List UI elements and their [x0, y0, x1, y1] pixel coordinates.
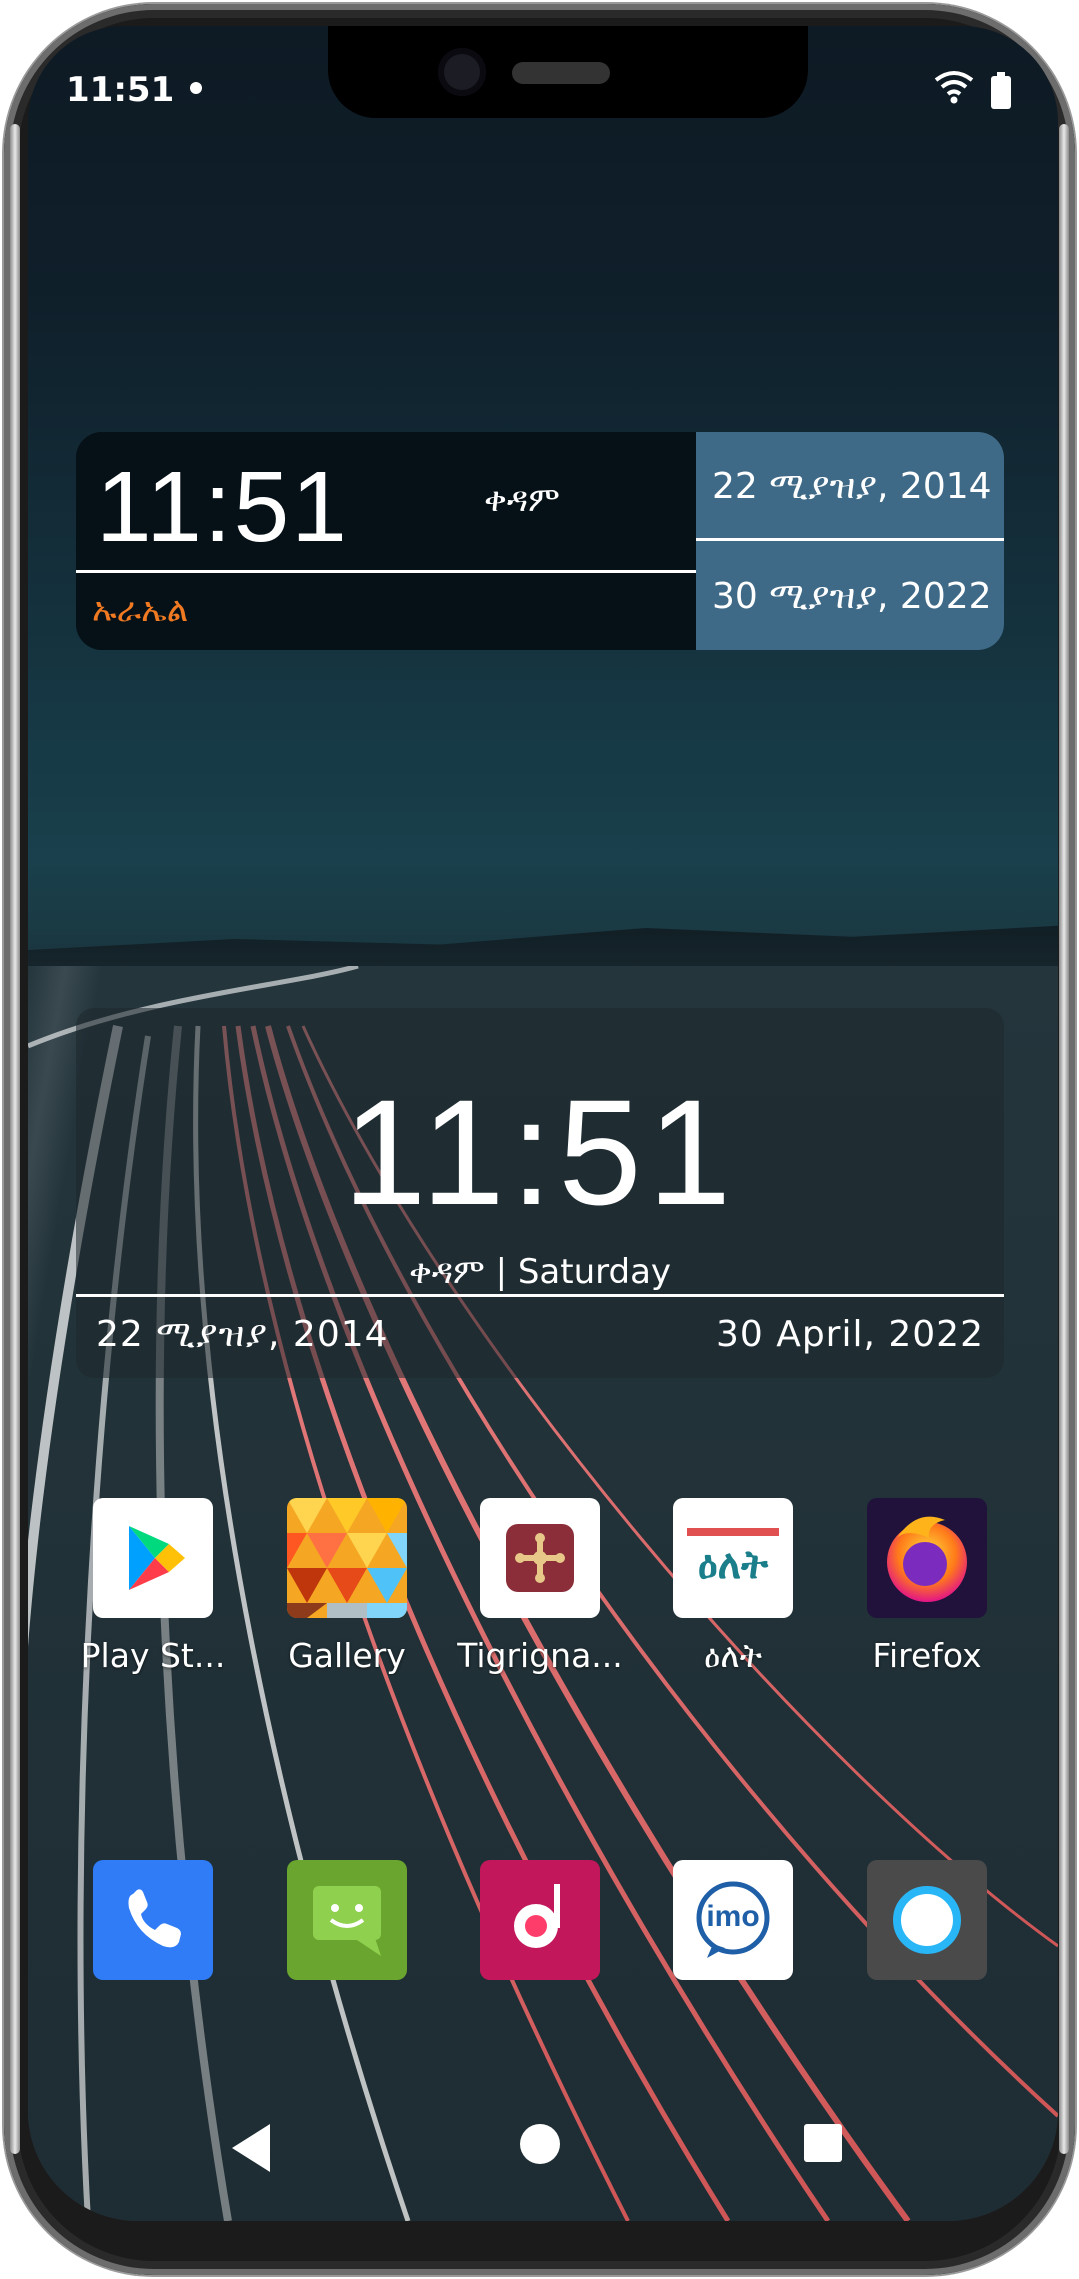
- app-tigrigna[interactable]: Tigrigna...: [455, 1498, 625, 1675]
- imo-icon: imo: [673, 1860, 793, 1980]
- clock-widget-large[interactable]: 11:51 ቀዳም | Saturday 22 ሚያዝያ, 2014 30 Ap…: [76, 1008, 1004, 1378]
- battery-icon: [991, 72, 1011, 109]
- home-button[interactable]: [520, 2124, 560, 2164]
- widget-date-gregorian: 30 ሚያዝያ, 2022: [712, 576, 992, 617]
- app-gallery[interactable]: Gallery: [262, 1498, 432, 1675]
- music-icon: [480, 1860, 600, 1980]
- elet-icon: ዕለት: [673, 1498, 793, 1618]
- firefox-icon: [867, 1498, 987, 1618]
- dock-phone[interactable]: [68, 1860, 238, 1980]
- app-label: ዕለት: [704, 1636, 762, 1675]
- app-label: Tigrigna...: [457, 1636, 623, 1675]
- speaker-grille: [512, 62, 610, 84]
- dock-imo[interactable]: imo: [648, 1860, 818, 1980]
- app-label: Gallery: [288, 1636, 406, 1675]
- tigrigna-icon: [480, 1498, 600, 1618]
- app-firefox[interactable]: Firefox: [842, 1498, 1012, 1675]
- dock-music[interactable]: [455, 1860, 625, 1980]
- divider: [76, 1294, 1004, 1297]
- dock-browser[interactable]: [842, 1860, 1012, 1980]
- play-store-icon: [93, 1498, 213, 1618]
- back-button[interactable]: [232, 2124, 270, 2172]
- wifi-icon: [934, 71, 974, 104]
- imo-icon-text: imo: [706, 1900, 760, 1933]
- divider: [76, 570, 696, 573]
- widget-large-date-gregorian: 30 April, 2022: [715, 1314, 984, 1355]
- app-label: Firefox: [872, 1636, 982, 1675]
- app-play-store[interactable]: Play St...: [68, 1498, 238, 1675]
- front-camera-icon: [438, 48, 486, 96]
- status-time: 11:51: [66, 70, 175, 110]
- widget-day-name: ኡራኤል: [92, 590, 189, 630]
- app-elet[interactable]: ዕለት ዕለት: [648, 1498, 818, 1676]
- clock-widget-compact[interactable]: 11:51 ቀዳም ኡራኤል 22 ሚያዝያ, 2014 30 ሚያዝያ, 20…: [76, 432, 1004, 650]
- widget-large-time: 11:51: [342, 1068, 738, 1236]
- phone-icon: [93, 1860, 213, 1980]
- notification-dot-icon: [190, 82, 202, 94]
- app-label: Play St...: [80, 1636, 226, 1675]
- recents-button[interactable]: [804, 2124, 842, 2162]
- messaging-icon: [287, 1860, 407, 1980]
- camera-notch: [328, 26, 808, 118]
- widget-time: 11:51: [96, 451, 349, 563]
- dock-messaging[interactable]: [262, 1860, 432, 1980]
- divider: [696, 538, 1004, 541]
- elet-icon-text: ዕለት: [697, 1542, 769, 1588]
- widget-large-subtitle: ቀዳም | Saturday: [408, 1252, 672, 1292]
- browser-icon: [867, 1860, 987, 1980]
- widget-ampm: ቀዳም: [484, 480, 560, 520]
- gallery-icon: [287, 1498, 407, 1618]
- widget-large-date-ethiopian: 22 ሚያዝያ, 2014: [96, 1314, 389, 1355]
- widget-date-ethiopian: 22 ሚያዝያ, 2014: [712, 466, 992, 507]
